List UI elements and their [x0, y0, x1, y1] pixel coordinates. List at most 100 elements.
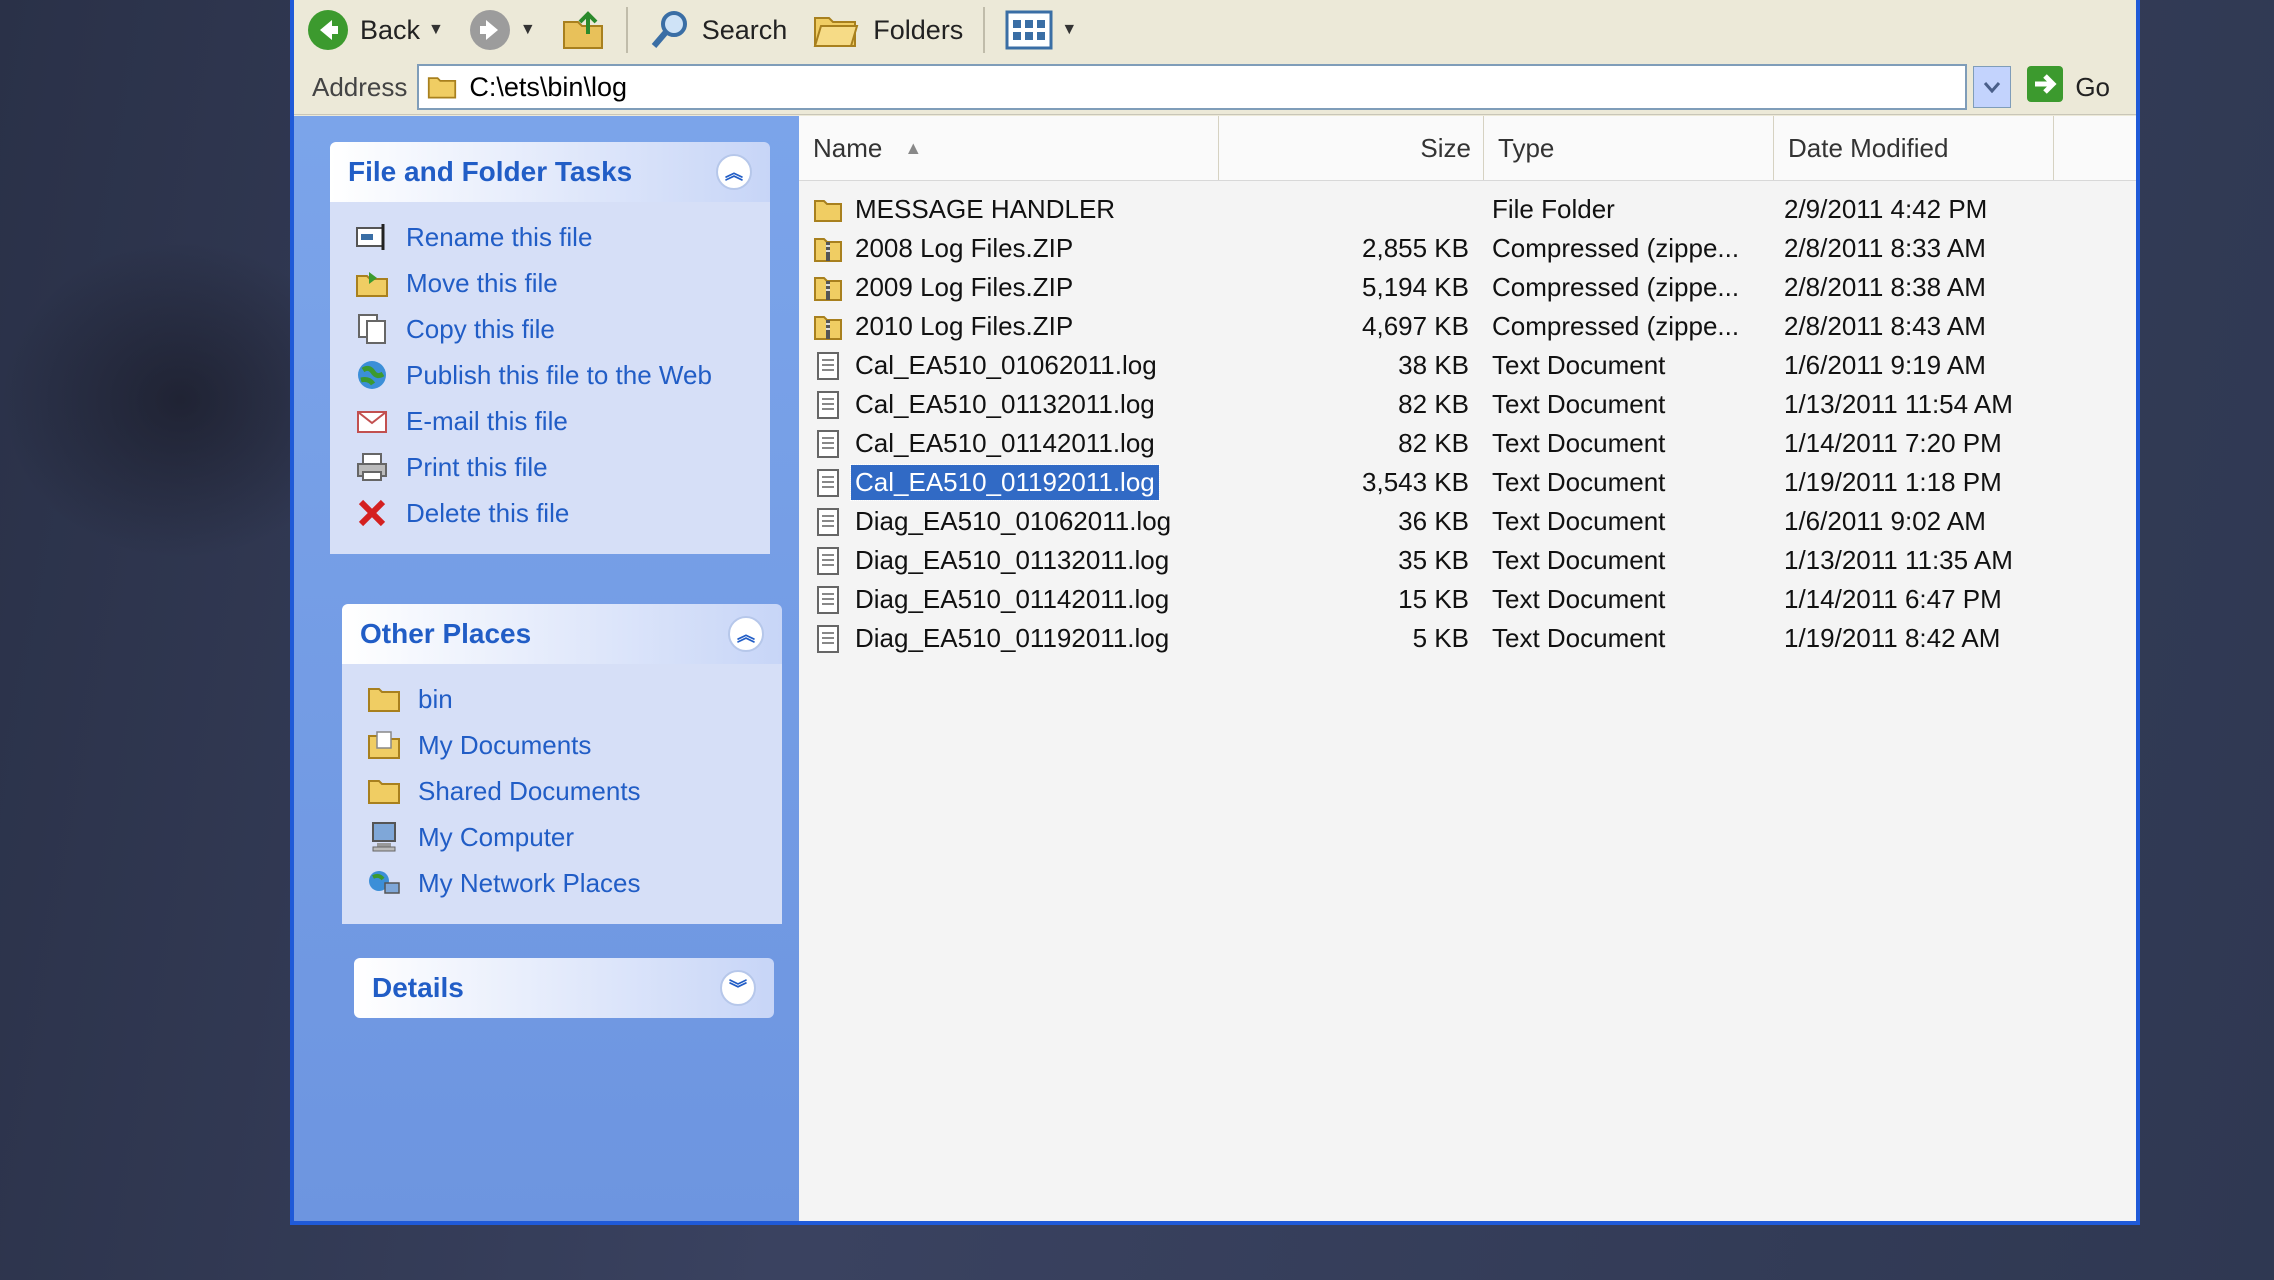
file-name-cell: Cal_EA510_01132011.log: [813, 385, 1243, 424]
forward-dropdown-icon[interactable]: ▼: [520, 21, 536, 39]
collapse-chevron-icon[interactable]: ︽: [728, 616, 764, 652]
file-row[interactable]: Diag_EA510_01132011.log 35 KB Text Documen…: [799, 541, 2136, 580]
delete-file-link[interactable]: Delete this file: [354, 490, 752, 536]
column-header-type[interactable]: Type: [1484, 116, 1774, 180]
printer-icon: [354, 450, 390, 484]
expand-chevron-icon[interactable]: ︾: [720, 970, 756, 1006]
file-name: Cal_EA510_01192011.log: [850, 464, 1160, 501]
folders-label: Folders: [873, 14, 964, 45]
up-folder-button[interactable]: [548, 2, 618, 58]
back-label: Back: [360, 14, 421, 45]
task-label: Rename this file: [406, 221, 593, 252]
folders-button[interactable]: Folders: [799, 2, 975, 58]
column-header-name[interactable]: Name ▲: [799, 116, 1219, 180]
move-file-link[interactable]: Move this file: [354, 260, 752, 306]
copy-file-link[interactable]: Copy this file: [354, 306, 752, 352]
column-header-size[interactable]: Size: [1219, 116, 1484, 180]
file-date-modified: 1/6/2011 9:19 AM: [1784, 350, 1986, 380]
file-row[interactable]: MESSAGE HANDLER File Folder 2/9/2011 4:42 …: [799, 190, 2136, 229]
file-name-cell: Cal_EA510_01062011.log: [813, 346, 1243, 385]
place-bin[interactable]: bin: [366, 676, 764, 722]
file-and-folder-tasks-header[interactable]: File and Folder Tasks ︽: [330, 142, 770, 202]
place-my-documents[interactable]: My Documents: [366, 722, 764, 768]
back-button[interactable]: Back ▼: [294, 2, 456, 58]
file-row[interactable]: Cal_EA510_01142011.log 82 KB Text Document…: [799, 424, 2136, 463]
back-dropdown-icon[interactable]: ▼: [428, 21, 444, 39]
go-arrow-icon: [2025, 64, 2065, 111]
file-date-modified: 2/8/2011 8:43 AM: [1784, 311, 1986, 341]
column-label: Size: [1420, 132, 1471, 163]
file-name-cell: Cal_EA510_01192011.log: [813, 463, 1243, 502]
publish-file-link[interactable]: Publish this file to the Web: [354, 352, 752, 398]
file-date-modified: 1/13/2011 11:35 AM: [1784, 545, 2013, 575]
background-shadow: [0, 240, 300, 560]
file-size: [1249, 190, 1469, 229]
file-name: 2010 Log Files.ZIP: [855, 311, 1074, 341]
print-file-link[interactable]: Print this file: [354, 444, 752, 490]
file-name-cell: Cal_EA510_01142011.log: [813, 424, 1243, 463]
text-document-icon: [813, 350, 843, 382]
sort-ascending-icon: ▲: [904, 137, 923, 158]
file-name: 2009 Log Files.ZIP: [855, 272, 1074, 302]
email-file-link[interactable]: E-mail this file: [354, 398, 752, 444]
go-button[interactable]: Go: [2025, 64, 2110, 111]
copy-icon: [354, 312, 390, 346]
file-row[interactable]: Diag_EA510_01062011.log 36 KB Text Documen…: [799, 502, 2136, 541]
file-name: Diag_EA510_01132011.log: [855, 545, 1170, 575]
place-my-computer[interactable]: My Computer: [366, 814, 764, 860]
file-name-cell: Diag_EA510_01132011.log: [813, 541, 1243, 580]
place-shared-documents[interactable]: Shared Documents: [366, 768, 764, 814]
collapse-chevron-icon[interactable]: ︽: [716, 154, 752, 190]
computer-icon: [366, 820, 402, 854]
text-document-icon: [813, 389, 843, 421]
file-row[interactable]: Diag_EA510_01192011.log 5 KB Text Document…: [799, 619, 2136, 658]
other-places-header[interactable]: Other Places ︽: [342, 604, 782, 664]
toolbar-separator: [983, 7, 986, 53]
file-row[interactable]: Cal_EA510_01192011.log 3,543 KB Text Docum…: [799, 463, 2136, 502]
views-button[interactable]: ▼: [993, 2, 1089, 58]
file-row[interactable]: Cal_EA510_01062011.log 38 KB Text Document…: [799, 346, 2136, 385]
text-document-icon: [813, 623, 843, 655]
place-my-network-places[interactable]: My Network Places: [366, 860, 764, 906]
file-size: 36 KB: [1398, 506, 1469, 536]
file-type: Text Document: [1492, 428, 1666, 458]
file-date-modified: 2/8/2011 8:33 AM: [1784, 233, 1986, 263]
file-name: Cal_EA510_01142011.log: [855, 428, 1155, 458]
file-name-cell: MESSAGE HANDLER: [813, 190, 1243, 229]
details-header[interactable]: Details ︾: [354, 958, 774, 1018]
folder-icon: [813, 194, 843, 226]
column-label: Type: [1498, 132, 1555, 163]
views-icon: [1005, 10, 1053, 50]
folders-icon: [811, 8, 861, 52]
file-type: Text Document: [1492, 584, 1666, 614]
file-date-modified: 1/6/2011 9:02 AM: [1784, 506, 1986, 536]
rename-file-link[interactable]: Rename this file: [354, 214, 752, 260]
file-name-cell: 2009 Log Files.ZIP: [813, 268, 1243, 307]
text-document-icon: [813, 506, 843, 538]
move-icon: [354, 266, 390, 300]
go-label: Go: [2075, 71, 2110, 102]
rename-icon: [354, 220, 390, 254]
address-dropdown-icon[interactable]: [1973, 66, 2012, 108]
task-pane: File and Folder Tasks ︽ Rename this file…: [294, 116, 799, 1221]
zip-folder-icon: [813, 233, 843, 265]
search-button[interactable]: Search: [636, 2, 800, 58]
text-document-icon: [813, 467, 843, 499]
views-dropdown-icon[interactable]: ▼: [1061, 21, 1077, 39]
file-row[interactable]: 2009 Log Files.ZIP 5,194 KB Compressed (zi…: [799, 268, 2136, 307]
file-row[interactable]: 2008 Log Files.ZIP 2,855 KB Compressed (zi…: [799, 229, 2136, 268]
forward-button[interactable]: ▼: [456, 2, 548, 58]
file-and-folder-tasks-panel: File and Folder Tasks ︽ Rename this file…: [330, 142, 770, 554]
file-size: 2,855 KB: [1362, 233, 1469, 263]
column-header-date-modified[interactable]: Date Modified: [1774, 116, 2054, 180]
task-label: Move this file: [406, 267, 558, 298]
address-field[interactable]: C:\ets\bin\log: [417, 64, 1968, 110]
file-size: 5 KB: [1412, 623, 1469, 653]
file-row[interactable]: 2010 Log Files.ZIP 4,697 KB Compressed (zi…: [799, 307, 2136, 346]
file-size: 38 KB: [1398, 350, 1469, 380]
file-and-folder-tasks-body: Rename this file Move this file Copy thi…: [330, 202, 770, 554]
file-name: Diag_EA510_01142011.log: [855, 584, 1170, 614]
file-row[interactable]: Diag_EA510_01142011.log 15 KB Text Documen…: [799, 580, 2136, 619]
task-label: Publish this file to the Web: [406, 359, 712, 390]
file-row[interactable]: Cal_EA510_01132011.log 82 KB Text Document…: [799, 385, 2136, 424]
